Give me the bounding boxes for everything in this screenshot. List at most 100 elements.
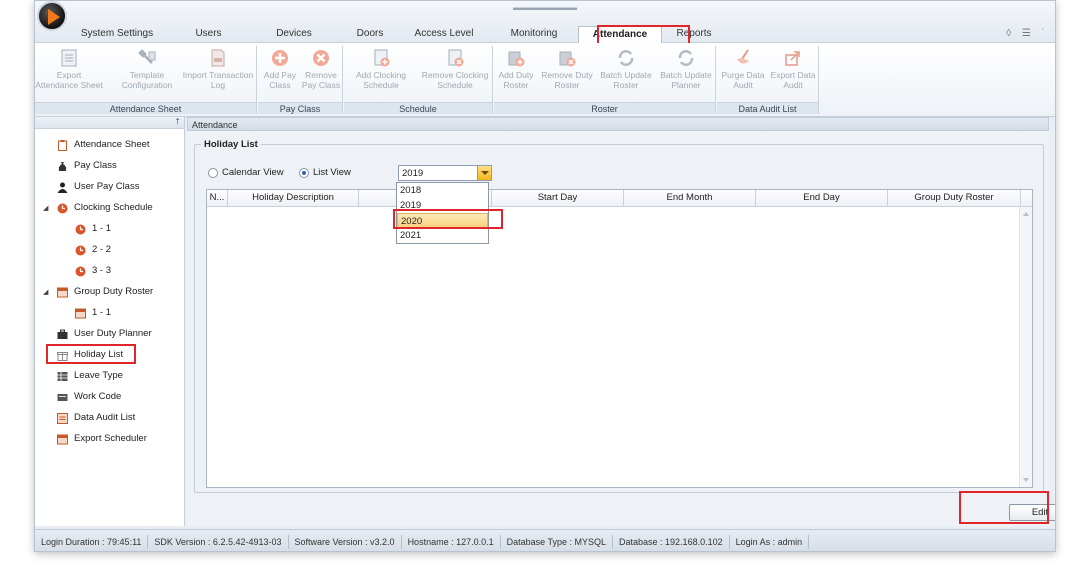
remove-pay-class-button[interactable]: Remove Pay Class: [301, 48, 341, 100]
tab-users[interactable]: Users: [171, 26, 246, 43]
ribbon-group-label: Attendance Sheet: [35, 102, 256, 114]
col-end-month[interactable]: End Month: [624, 190, 756, 206]
broom-icon: [737, 49, 749, 64]
ribbon-group-label: Roster: [494, 102, 715, 114]
sidebar-item-group-duty-roster[interactable]: Group Duty Roster: [57, 284, 153, 300]
calendar-view-radio[interactable]: Calendar View: [208, 167, 284, 178]
clock-icon: [75, 224, 86, 234]
sidebar-item-leave-type[interactable]: Leave Type: [57, 368, 123, 384]
ribbon-group-pay-class: Add Pay Class Remove Pay Class Pay Class: [258, 46, 343, 114]
sidebar-item-pay-class[interactable]: Pay Class: [57, 158, 117, 174]
export-data-audit-button[interactable]: Export Data Audit: [769, 48, 817, 100]
sidebar-item-attendance-sheet[interactable]: Attendance Sheet: [57, 137, 150, 153]
sidebar-item-user-duty-planner[interactable]: User Duty Planner: [57, 326, 152, 342]
status-database-type: Database Type : MYSQL: [501, 534, 614, 549]
group-title: Holiday List: [201, 139, 261, 150]
year-option-2018[interactable]: 2018: [397, 183, 488, 198]
collapse-icon[interactable]: ◢: [43, 204, 48, 212]
chevron-down-icon[interactable]: [477, 166, 491, 180]
status-hostname: Hostname : 127.0.0.1: [402, 534, 501, 549]
remove-schedule-icon: [448, 49, 464, 67]
window-controls[interactable]: ◊ ☰ ˙: [1006, 28, 1049, 39]
sidebar-item-clocking-schedule[interactable]: Clocking Schedule: [57, 200, 153, 216]
add-pay-class-button[interactable]: Add Pay Class: [260, 48, 300, 100]
ribbon-group-label: Pay Class: [258, 102, 342, 114]
user-icon: [57, 182, 68, 193]
clock-icon: [57, 203, 68, 213]
clock-icon: [75, 266, 86, 276]
scroll-down-icon[interactable]: [1023, 478, 1029, 482]
briefcase-icon: [57, 329, 68, 339]
holiday-list-highlight: [46, 344, 136, 364]
menu-bar: ▬▬▬▬▬▬▬▬ System Settings Users Devices D…: [35, 1, 1055, 50]
edit-button-highlight: [959, 491, 1049, 524]
roster-icon: [75, 308, 86, 318]
sidebar-item-roster-1-1[interactable]: 1 - 1: [75, 305, 111, 321]
tab-system-settings[interactable]: System Settings: [63, 26, 171, 43]
sidebar-item-schedule-3-3[interactable]: 3 - 3: [75, 263, 111, 279]
content-area: Attendance Holiday List Calendar View Li…: [187, 117, 1055, 526]
status-software-version: Software Version : v3.2.0: [289, 534, 402, 549]
tab-doors[interactable]: Doors: [342, 26, 398, 43]
ribbon-group-schedule: Add Clocking Schedule Remove Clocking Sc…: [344, 46, 493, 114]
tab-access-level[interactable]: Access Level: [398, 26, 490, 43]
col-group-duty-roster[interactable]: Group Duty Roster: [888, 190, 1021, 206]
col-start-day[interactable]: Start Day: [492, 190, 624, 206]
remove-duty-roster-button[interactable]: Remove Duty Roster: [539, 48, 595, 100]
sidebar-item-work-code[interactable]: Work Code: [57, 389, 121, 405]
sidebar-item-export-scheduler[interactable]: Export Scheduler: [57, 431, 147, 447]
add-clocking-schedule-button[interactable]: Add Clocking Schedule: [346, 48, 416, 100]
table-icon: [57, 371, 68, 381]
clipboard-icon: [58, 139, 67, 151]
collapse-icon[interactable]: ◢: [43, 288, 48, 296]
holiday-table: N... Holiday Description Start Day End M…: [206, 189, 1033, 488]
audit-list-icon: [57, 412, 68, 424]
remove-clocking-schedule-button[interactable]: Remove Clocking Schedule: [418, 48, 492, 100]
holiday-list-group: Holiday List Calendar View List View 201…: [194, 139, 1044, 493]
template-configuration-button[interactable]: Template Configuration: [113, 48, 181, 100]
sidebar-item-schedule-1-1[interactable]: 1 - 1: [75, 221, 111, 237]
sidebar-item-schedule-2-2[interactable]: 2 - 2: [75, 242, 111, 258]
year-option-2021[interactable]: 2021: [397, 228, 488, 243]
sheet-icon: [61, 49, 77, 67]
tab-monitoring[interactable]: Monitoring: [490, 26, 578, 43]
col-end-day[interactable]: End Day: [756, 190, 888, 206]
batch-update-roster-button[interactable]: Batch Update Roster: [597, 48, 655, 100]
content-header: Attendance: [187, 117, 1049, 131]
clock-icon: [75, 245, 86, 255]
add-duty-roster-button[interactable]: Add Duty Roster: [494, 48, 538, 100]
remove-circle-icon: [313, 50, 329, 66]
remove-roster-icon: [559, 51, 576, 67]
tab-devices[interactable]: Devices: [246, 26, 342, 43]
roster-icon: [57, 287, 68, 297]
col-holiday-description[interactable]: Holiday Description: [228, 190, 359, 206]
radio-circle-checked: [299, 167, 309, 178]
batch-update-planner-button[interactable]: Batch Update Planner: [656, 48, 716, 100]
list-view-radio[interactable]: List View: [299, 167, 351, 178]
add-circle-icon: [272, 50, 288, 66]
refresh-icon: [618, 50, 634, 66]
pin-icon[interactable]: †: [176, 117, 180, 126]
sidebar-item-data-audit-list[interactable]: Data Audit List: [57, 410, 135, 426]
ribbon-group-attendance-sheet: Export Attendance Sheet Template Configu…: [35, 46, 257, 114]
status-sdk-version: SDK Version : 6.2.5.42-4913-03: [148, 534, 289, 549]
export-icon: [785, 51, 800, 66]
status-login-duration: Login Duration : 79:45:11: [35, 534, 149, 549]
window-title-area: ▬▬▬▬▬▬▬▬: [513, 3, 577, 12]
status-database: Database : 192.168.0.102: [613, 534, 730, 549]
status-bar: Login Duration : 79:45:11 SDK Version : …: [35, 529, 1055, 551]
year-select[interactable]: 2019: [398, 165, 492, 181]
col-no[interactable]: N...: [207, 190, 228, 206]
sidebar-item-user-pay-class[interactable]: User Pay Class: [57, 179, 139, 195]
purge-data-audit-button[interactable]: Purge Data Audit: [719, 48, 767, 100]
radio-circle: [208, 167, 218, 178]
scroll-up-icon[interactable]: [1023, 212, 1029, 216]
year-2020-highlight: [393, 209, 503, 229]
year-select-value: 2019: [402, 168, 424, 179]
import-transaction-log-button[interactable]: Import Transaction Log: [181, 48, 255, 100]
navigation-sidebar: † Attendance Sheet Pay Class User Pay Cl…: [35, 117, 185, 526]
ribbon-group-roster: Add Duty Roster Remove Duty Roster Batch…: [494, 46, 716, 114]
vertical-scrollbar[interactable]: [1019, 207, 1032, 487]
export-attendance-sheet-button[interactable]: Export Attendance Sheet: [35, 48, 103, 100]
wrench-icon: [138, 49, 156, 64]
